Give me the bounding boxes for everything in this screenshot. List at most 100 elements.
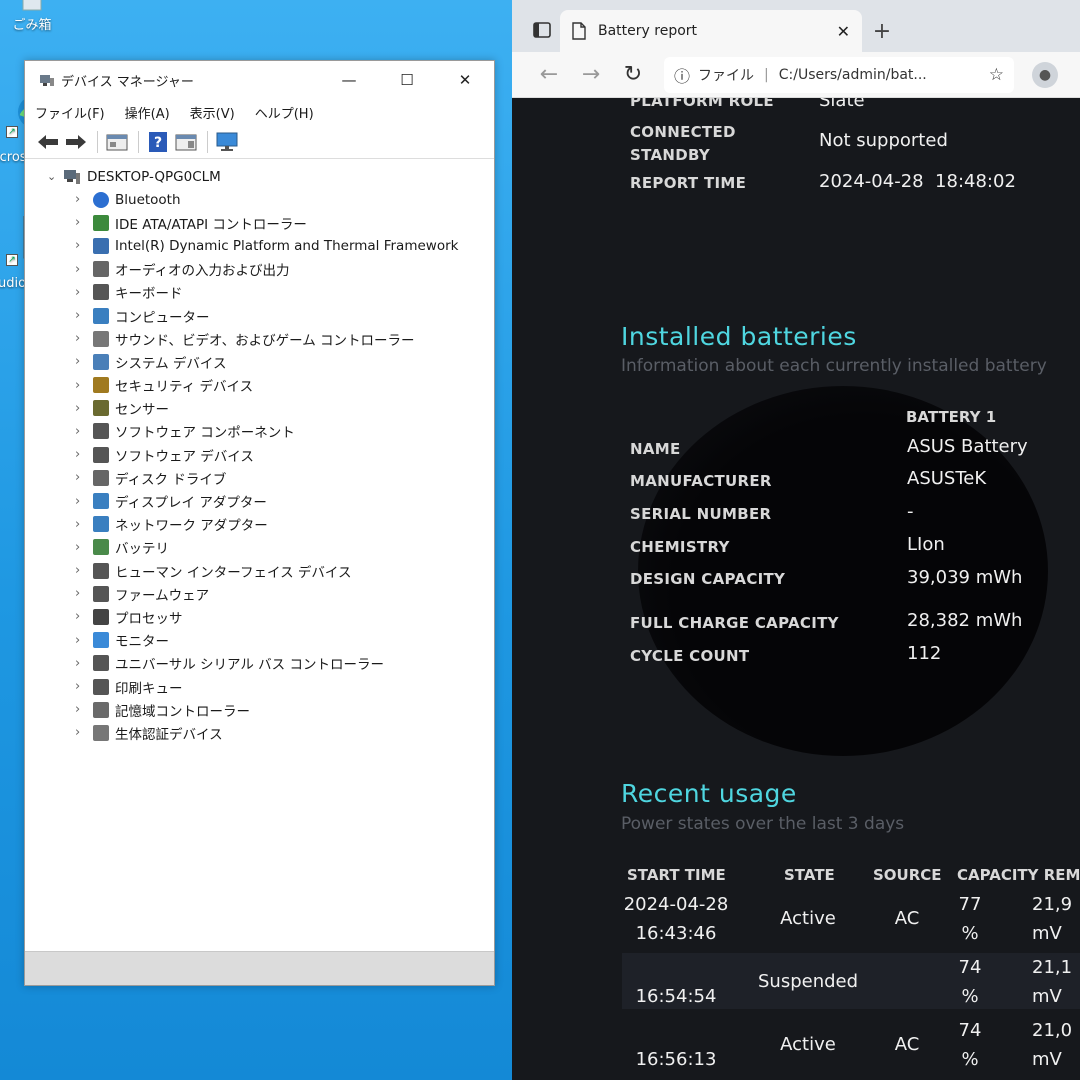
scan-hardware-button[interactable]: [214, 130, 240, 154]
device-category-item[interactable]: › バッテリ: [47, 536, 494, 559]
device-category-item[interactable]: › オーディオの入力および出力: [47, 258, 494, 281]
device-category-item[interactable]: › Bluetooth: [47, 188, 494, 211]
device-category-item[interactable]: › IDE ATA/ATAPI コントローラー: [47, 211, 494, 234]
favorite-star-icon[interactable]: ☆: [989, 65, 1004, 85]
firmware-icon: [93, 585, 109, 602]
chevron-right-icon[interactable]: ›: [75, 192, 93, 207]
device-category-item[interactable]: › ソフトウェア コンポーネント: [47, 420, 494, 443]
menu-help[interactable]: ヘルプ(H): [255, 103, 314, 122]
chevron-right-icon[interactable]: ›: [75, 331, 93, 346]
address-bar[interactable]: ⓘ ファイル | C:/Users/admin/bat... ☆: [664, 56, 1014, 93]
tab-title: Battery report: [598, 23, 698, 39]
chevron-right-icon[interactable]: ›: [75, 262, 93, 277]
menu-bar: ファイル(F) 操作(A) 表示(V) ヘルプ(H): [25, 99, 494, 125]
device-category-item[interactable]: › ユニバーサル シリアル バス コントローラー: [47, 652, 494, 675]
device-category-item[interactable]: › キーボード: [47, 281, 494, 304]
device-category-item[interactable]: › 記憶域コントローラー: [47, 698, 494, 721]
device-category-item[interactable]: › システム デバイス: [47, 350, 494, 373]
new-tab-button[interactable]: +: [862, 10, 902, 52]
forward-button[interactable]: →: [570, 57, 612, 93]
device-category-item[interactable]: › ファームウェア: [47, 582, 494, 605]
device-category-item[interactable]: › ネットワーク アダプター: [47, 513, 494, 536]
device-category-item[interactable]: › Intel(R) Dynamic Platform and Thermal F…: [47, 234, 494, 257]
chevron-right-icon[interactable]: ›: [75, 494, 93, 509]
back-arrow-icon: [38, 134, 58, 149]
forward-button[interactable]: [63, 130, 89, 154]
chevron-right-icon[interactable]: ›: [75, 725, 93, 740]
shortcut-arrow-icon: ↗: [6, 254, 18, 266]
window-title: デバイス マネージャー: [61, 74, 194, 90]
chevron-right-icon[interactable]: ›: [75, 470, 93, 485]
source-cell: AC: [864, 1030, 950, 1059]
chevron-right-icon[interactable]: ›: [75, 424, 93, 439]
back-arrow-icon: ←: [539, 62, 559, 87]
chevron-right-icon[interactable]: ›: [75, 354, 93, 369]
chevron-right-icon[interactable]: ›: [75, 517, 93, 532]
source-cell: AC: [864, 904, 950, 933]
chevron-right-icon[interactable]: ›: [75, 401, 93, 416]
device-category-item[interactable]: › 生体認証デバイス: [47, 721, 494, 744]
chevron-right-icon[interactable]: ›: [75, 378, 93, 393]
device-category-label: ディスク ドライブ: [115, 471, 227, 488]
recycle-bin-shortcut[interactable]: ごみ箱: [0, 0, 64, 33]
refresh-button[interactable]: ↻: [612, 57, 654, 93]
recent-usage-heading: Recent usage: [621, 779, 797, 808]
device-category-item[interactable]: › プロセッサ: [47, 605, 494, 628]
device-category-item[interactable]: › ディスプレイ アダプター: [47, 489, 494, 512]
thermal-framework-icon: [93, 237, 109, 254]
chevron-right-icon[interactable]: ›: [75, 702, 93, 717]
device-category-item[interactable]: › サウンド、ビデオ、およびゲーム コントローラー: [47, 327, 494, 350]
info-icon[interactable]: ⓘ: [674, 63, 690, 87]
tab-close-icon[interactable]: ✕: [837, 22, 850, 41]
device-category-item[interactable]: › ヒューマン インターフェイス デバイス: [47, 559, 494, 582]
network-adapter-icon: [93, 516, 109, 533]
chevron-right-icon[interactable]: ›: [75, 656, 93, 671]
state-cell: Active: [758, 904, 858, 933]
plus-icon: +: [872, 18, 892, 44]
chevron-right-icon[interactable]: ›: [75, 308, 93, 323]
menu-file[interactable]: ファイル(F): [35, 103, 105, 122]
toolbar: ?: [25, 125, 494, 159]
menu-action[interactable]: 操作(A): [125, 103, 170, 122]
menu-view[interactable]: 表示(V): [190, 103, 235, 122]
chevron-right-icon[interactable]: ›: [75, 540, 93, 555]
chevron-right-icon[interactable]: ›: [75, 563, 93, 578]
state-cell-state: Active: [780, 1034, 836, 1055]
device-category-item[interactable]: › コンピューター: [47, 304, 494, 327]
device-category-label: 生体認証デバイス: [115, 726, 223, 743]
device-category-item[interactable]: › ディスク ドライブ: [47, 466, 494, 489]
minimize-button[interactable]: —: [320, 61, 378, 99]
tab-actions-button[interactable]: [524, 8, 560, 52]
shortcut-arrow-icon: ↗: [6, 126, 18, 138]
chevron-right-icon[interactable]: ›: [75, 238, 93, 253]
properties-button[interactable]: [104, 130, 130, 154]
chevron-right-icon[interactable]: ›: [75, 609, 93, 624]
computer-icon: [93, 307, 109, 324]
device-category-item[interactable]: › セキュリティ デバイス: [47, 374, 494, 397]
tree-root-computer[interactable]: ⌄ DESKTOP-QPG0CLM: [47, 165, 494, 188]
chevron-right-icon[interactable]: ›: [75, 586, 93, 601]
close-button[interactable]: ✕: [436, 61, 494, 99]
back-button[interactable]: ←: [528, 57, 570, 93]
software-component-icon: [93, 423, 109, 440]
profile-button[interactable]: ●: [1032, 61, 1058, 88]
chevron-right-icon[interactable]: ›: [75, 447, 93, 462]
chevron-right-icon[interactable]: ›: [75, 215, 93, 230]
action-pane-button[interactable]: [173, 130, 199, 154]
capacity-mwh-cell-mwh: 21,0: [1032, 1020, 1073, 1041]
chevron-right-icon[interactable]: ›: [75, 285, 93, 300]
device-category-item[interactable]: › モニター: [47, 629, 494, 652]
tab-battery-report[interactable]: Battery report ✕: [560, 10, 862, 52]
title-bar[interactable]: デバイス マネージャー — ☐ ✕: [25, 61, 494, 99]
maximize-button[interactable]: ☐: [378, 61, 436, 99]
device-category-item[interactable]: › センサー: [47, 397, 494, 420]
back-button[interactable]: [35, 130, 61, 154]
chevron-right-icon[interactable]: ›: [75, 679, 93, 694]
help-button[interactable]: ?: [145, 130, 171, 154]
device-category-item[interactable]: › 印刷キュー: [47, 675, 494, 698]
device-category-item[interactable]: › ソフトウェア デバイス: [47, 443, 494, 466]
chevron-down-icon[interactable]: ⌄: [47, 170, 63, 183]
start-time-cell: 16:56:13: [622, 1016, 730, 1074]
chevron-right-icon[interactable]: ›: [75, 633, 93, 648]
device-category-label: ユニバーサル シリアル バス コントローラー: [115, 657, 384, 674]
